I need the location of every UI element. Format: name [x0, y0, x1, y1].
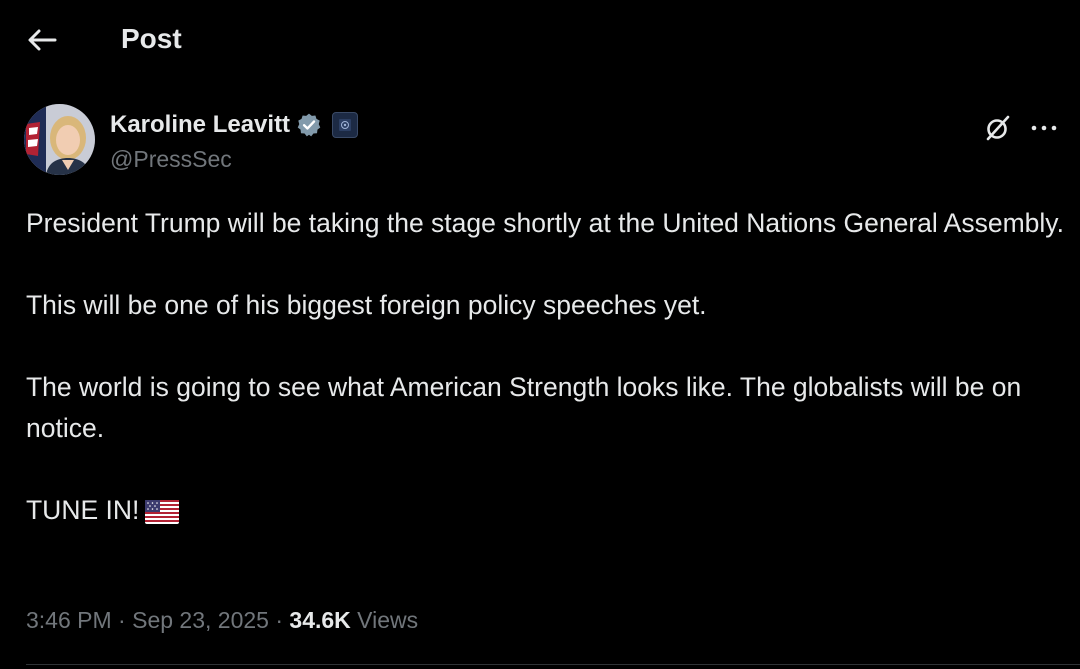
post-time[interactable]: 3:46 PM: [26, 607, 112, 633]
post-date[interactable]: Sep 23, 2025: [132, 607, 269, 633]
tune-in-text: TUNE IN!: [26, 495, 140, 525]
more-dots-icon: [1031, 125, 1057, 131]
meta-separator: ·: [275, 607, 284, 633]
back-button[interactable]: [26, 22, 58, 58]
views-label: Views: [357, 607, 419, 633]
post-meta: 3:46 PM · Sep 23, 2025 · 34.6K Views: [26, 605, 418, 635]
post-paragraph-4: TUNE IN!: [26, 490, 1066, 531]
name-row: Karoline Leavitt: [110, 110, 359, 140]
post-paragraph-2: This will be one of his biggest foreign …: [26, 290, 707, 320]
more-options-button[interactable]: [1026, 112, 1062, 144]
post-paragraph-3: The world is going to see what American …: [26, 372, 1022, 443]
post-author: Karoline Leavitt @PressSec: [24, 104, 1064, 178]
us-flag-emoji: [145, 500, 180, 524]
views-count[interactable]: 34.6K: [289, 607, 350, 633]
government-seal-icon[interactable]: [332, 112, 359, 138]
grok-icon: [986, 115, 1010, 141]
top-bar: Post: [0, 0, 1080, 80]
display-name[interactable]: Karoline Leavitt: [110, 110, 290, 140]
arrow-left-icon: [28, 29, 57, 51]
post-paragraph-1: President Trump will be taking the stage…: [26, 208, 1064, 238]
user-handle[interactable]: @PressSec: [110, 145, 232, 173]
page-title: Post: [121, 23, 182, 54]
avatar-image: [24, 104, 95, 175]
divider: [26, 664, 1080, 665]
post-body: President Trump will be taking the stage…: [26, 203, 1066, 572]
grok-button[interactable]: [982, 112, 1014, 144]
meta-separator: ·: [118, 607, 126, 633]
verified-badge-icon[interactable]: [296, 112, 322, 138]
avatar[interactable]: [24, 104, 95, 175]
